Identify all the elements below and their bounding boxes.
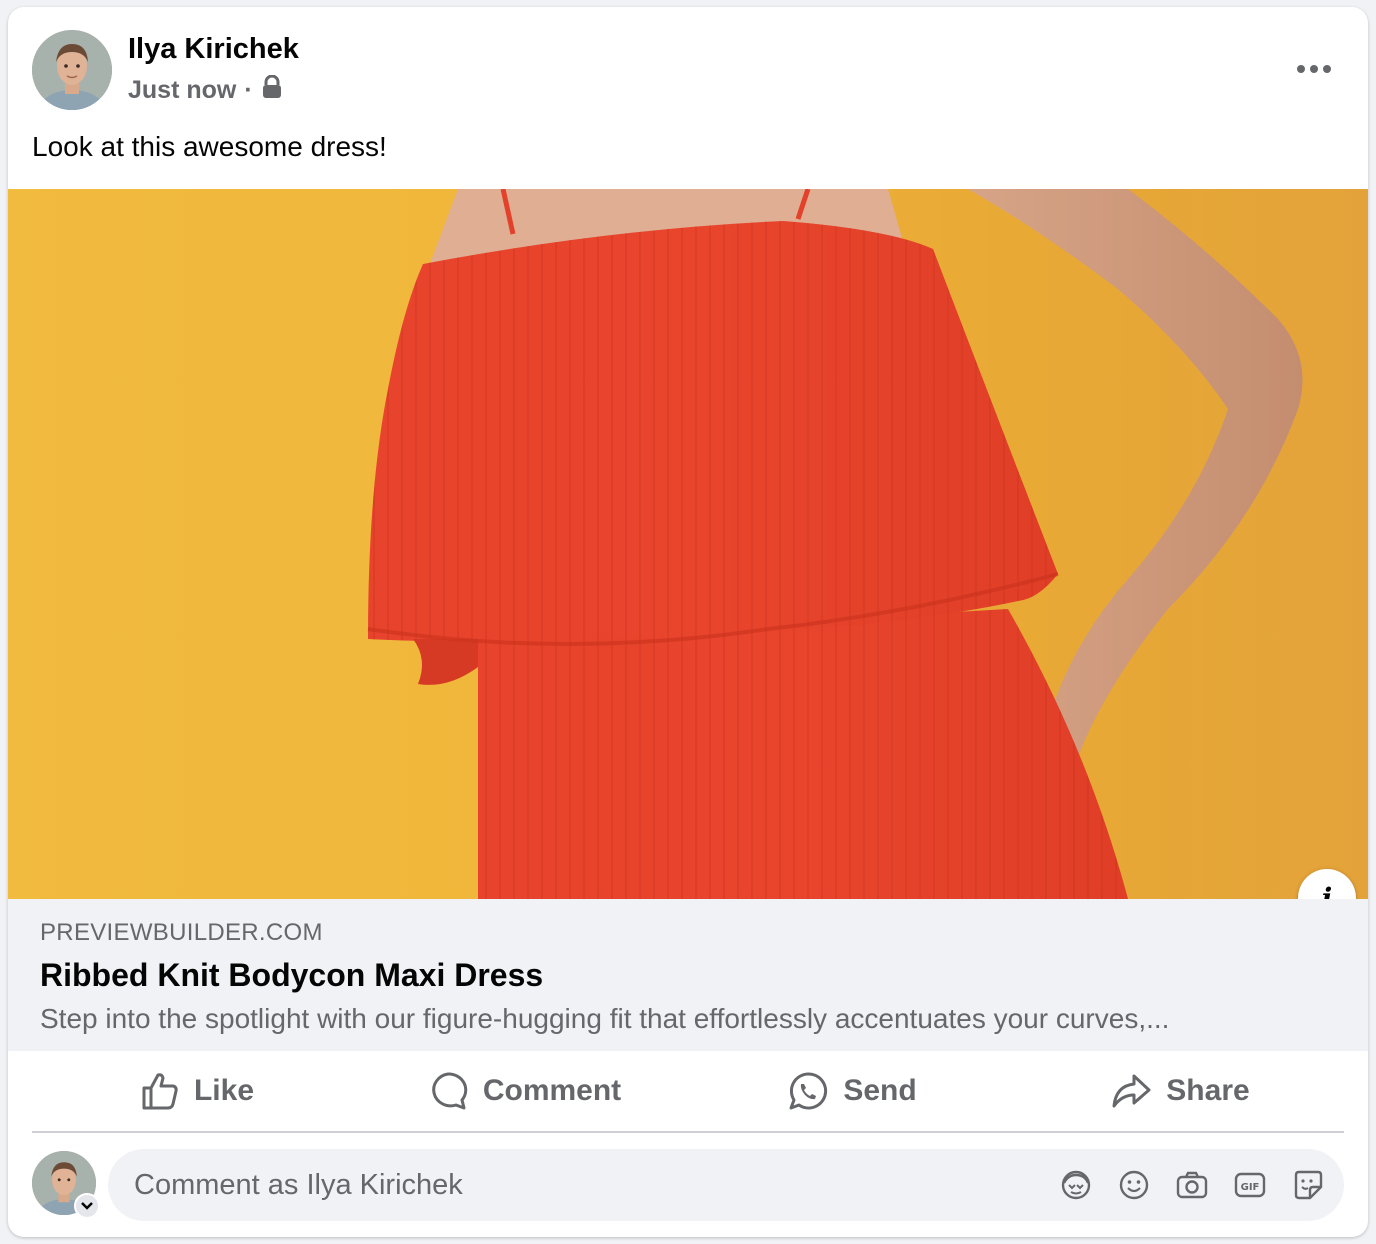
like-button[interactable]: Like	[32, 1051, 360, 1131]
thumbs-up-icon	[142, 1073, 178, 1110]
comment-tools: GIF	[1058, 1167, 1326, 1203]
share-label: Share	[1166, 1074, 1250, 1107]
meta-separator: ·	[244, 76, 253, 104]
lock-icon[interactable]	[261, 74, 283, 106]
share-button[interactable]: Share	[1016, 1051, 1344, 1131]
whatsapp-icon	[789, 1072, 828, 1110]
link-preview-image[interactable]	[8, 189, 1368, 899]
gif-icon[interactable]: GIF	[1232, 1167, 1268, 1203]
emoji-icon[interactable]	[1116, 1167, 1152, 1203]
author-avatar[interactable]	[32, 30, 112, 110]
more-options-icon[interactable]	[1288, 51, 1340, 87]
comment-composer: Comment as Ilya Kirichek GIF	[32, 1149, 1344, 1221]
link-preview[interactable]: PREVIEWBUILDER.COM Ribbed Knit Bodycon M…	[8, 899, 1368, 1051]
post-time[interactable]: Just now	[128, 76, 236, 105]
svg-text:GIF: GIF	[1241, 1182, 1260, 1193]
like-label: Like	[193, 1074, 255, 1107]
share-icon	[1112, 1074, 1151, 1108]
comment-placeholder: Comment as Ilya Kirichek	[134, 1168, 463, 1201]
link-title: Ribbed Knit Bodycon Maxi Dress	[40, 957, 544, 993]
link-description: Step into the spotlight with our figure-…	[40, 1003, 1170, 1034]
avatar-sticker-icon[interactable]	[1058, 1167, 1094, 1203]
comment-icon	[432, 1072, 468, 1110]
action-bar: Like Comment Send Share	[32, 1051, 1344, 1133]
post-meta: Just now ·	[128, 74, 283, 106]
send-button[interactable]: Send	[688, 1051, 1016, 1131]
link-domain: PREVIEWBUILDER.COM	[40, 919, 323, 946]
post-text: Look at this awesome dress!	[32, 131, 387, 162]
sticker-icon[interactable]	[1290, 1167, 1326, 1203]
post-header: Ilya Kirichek Just now ·	[8, 7, 1368, 117]
comment-button[interactable]: Comment	[360, 1051, 688, 1131]
comment-label: Comment	[482, 1074, 622, 1107]
comment-input[interactable]: Comment as Ilya Kirichek GIF	[108, 1149, 1344, 1221]
chevron-down-icon[interactable]	[74, 1193, 100, 1219]
post-card: Ilya Kirichek Just now · Look at this aw…	[8, 7, 1368, 1237]
camera-icon[interactable]	[1174, 1167, 1210, 1203]
send-label: Send	[843, 1074, 917, 1107]
author-name[interactable]: Ilya Kirichek	[128, 33, 299, 66]
